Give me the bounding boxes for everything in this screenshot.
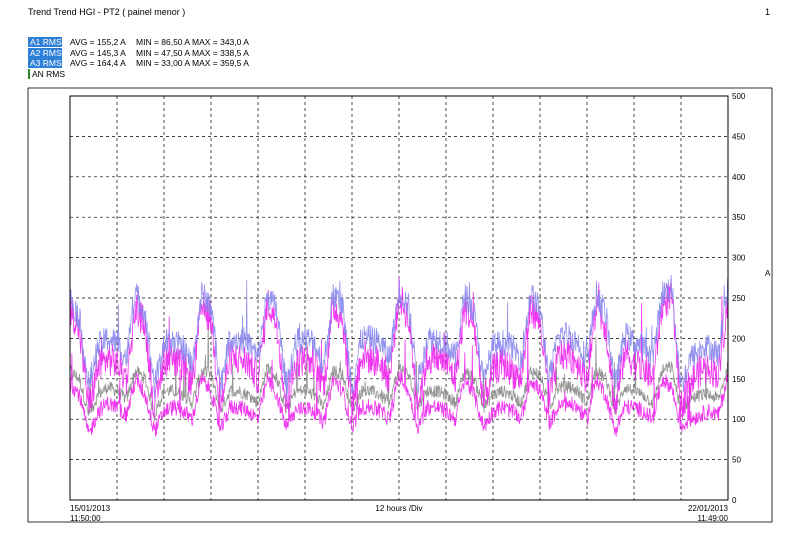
y-tick-label: 500 xyxy=(732,92,746,101)
y-tick-label: 350 xyxy=(732,213,746,222)
trend-chart: 0 50 100 150 200 250 300 350 400 450 500 A 15/01/201… xyxy=(27,87,773,523)
y-tick-label: 450 xyxy=(732,132,746,141)
y-tick-label: 300 xyxy=(732,254,746,263)
x-start-time: 11:50:00 xyxy=(70,514,101,523)
x-end-time: 11:49:00 xyxy=(697,514,728,523)
x-start-date: 15/01/2013 xyxy=(70,504,111,513)
y-tick-label: 100 xyxy=(732,415,746,424)
y-tick-label: 0 xyxy=(732,496,737,505)
y-tick-label: 150 xyxy=(732,375,746,384)
x-end-date: 22/01/2013 xyxy=(688,504,729,513)
y-tick-label: 400 xyxy=(732,173,746,182)
y-tick-label: 50 xyxy=(732,456,741,465)
y-tick-label: 200 xyxy=(732,334,746,343)
y-axis-label: A xyxy=(765,269,771,278)
y-tick-label: 250 xyxy=(732,294,746,303)
x-division-label: 12 hours /Div xyxy=(375,504,422,513)
